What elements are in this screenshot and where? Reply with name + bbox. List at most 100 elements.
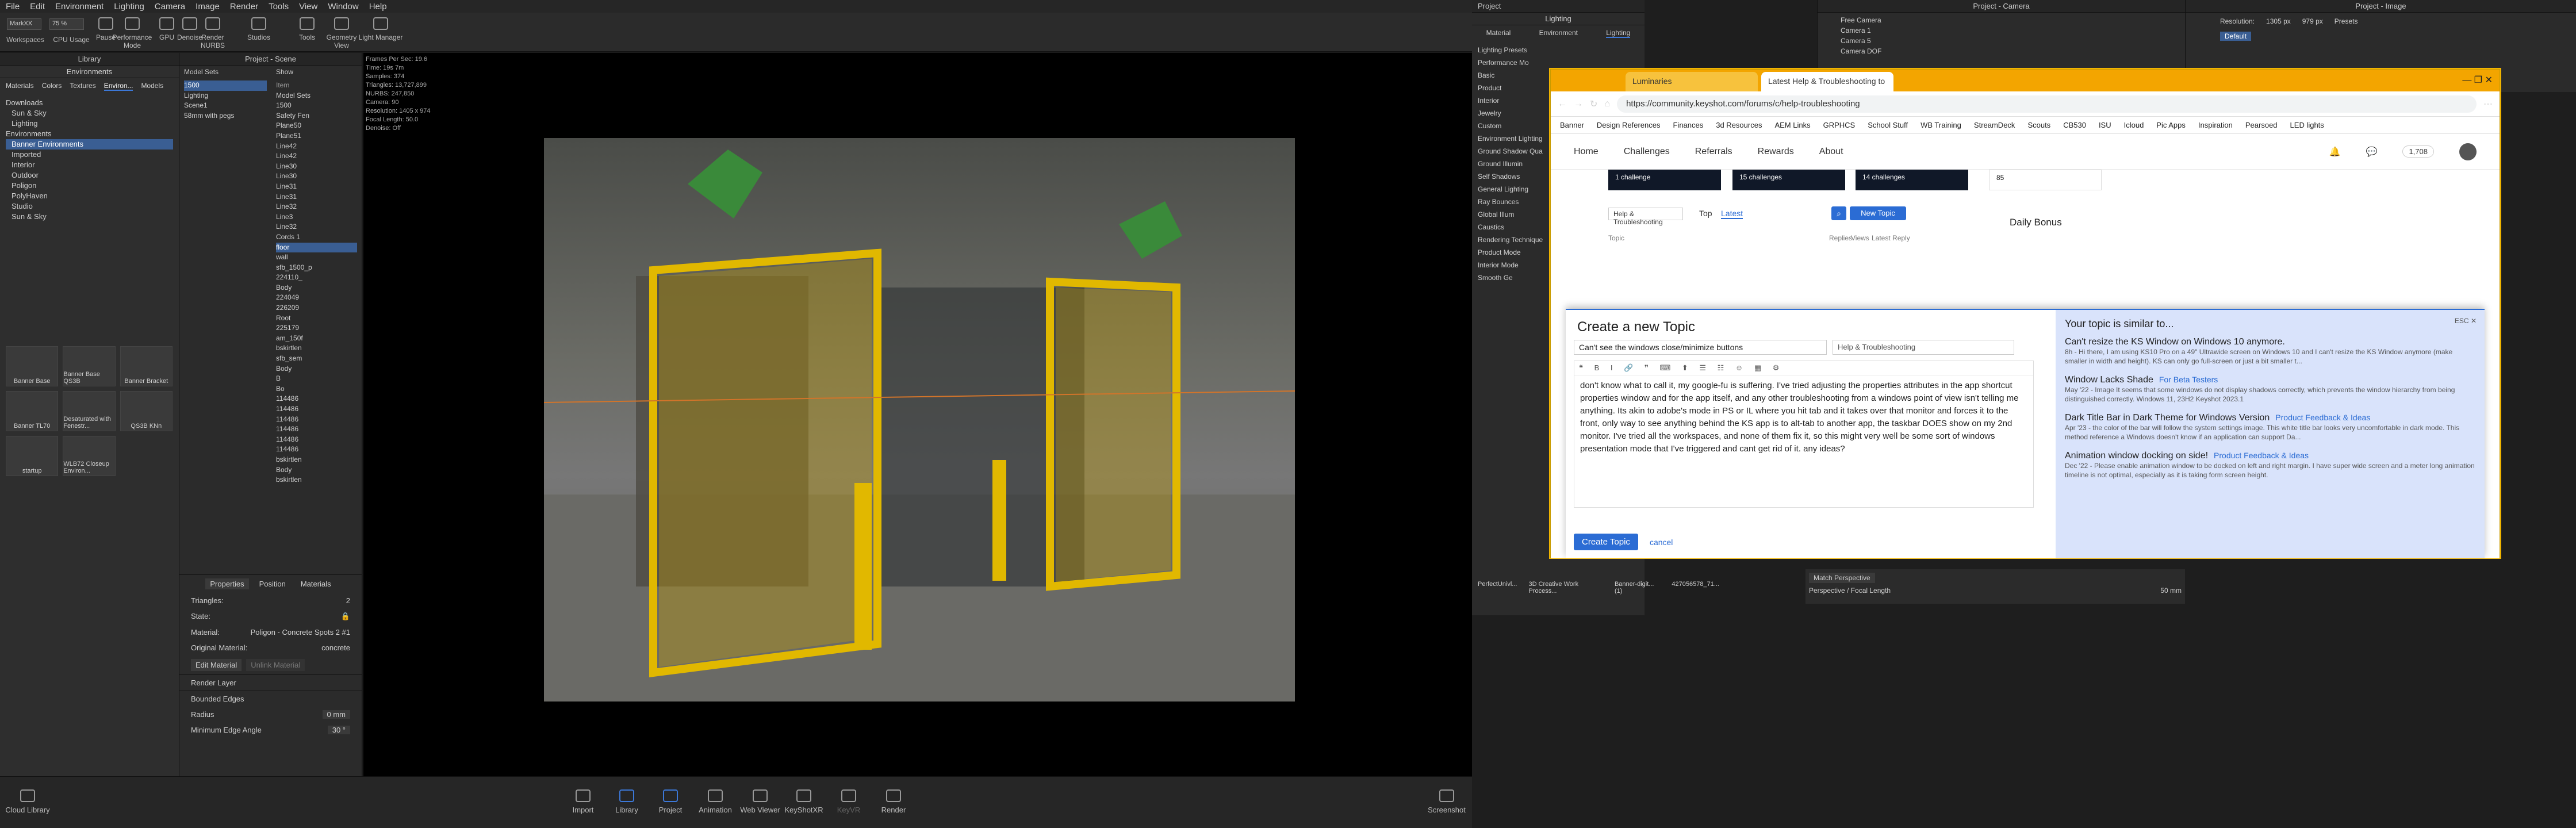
library-thumb[interactable]: Banner Bracket: [120, 346, 172, 386]
tree-item[interactable]: Poligon: [6, 181, 173, 191]
bookmark[interactable]: WB Training: [1920, 121, 1961, 129]
model-set-item[interactable]: Scene1: [184, 101, 267, 111]
bookmark[interactable]: Finances: [1673, 121, 1703, 129]
render-button[interactable]: Render: [871, 789, 917, 814]
bell-icon[interactable]: 🔔: [2329, 146, 2341, 158]
similar-item[interactable]: Dark Title Bar in Dark Theme for Windows…: [2065, 413, 2475, 442]
scene-item[interactable]: sfb_sem: [276, 354, 357, 364]
scene-item[interactable]: 114486: [276, 415, 357, 425]
zoom-select[interactable]: 75 %: [49, 18, 84, 30]
edit-material-button[interactable]: Edit Material: [191, 659, 242, 671]
scene-item[interactable]: 224049: [276, 293, 357, 303]
render-layer-section[interactable]: Render Layer: [191, 678, 236, 687]
workspaces-button[interactable]: Workspaces: [2, 36, 48, 44]
scene-item[interactable]: Cords 1: [276, 232, 357, 243]
tab-position[interactable]: Position: [255, 578, 290, 589]
menu-render[interactable]: Render: [230, 2, 258, 12]
presets-select[interactable]: Presets: [2334, 17, 2358, 25]
tree-item[interactable]: Studio: [6, 201, 173, 212]
scene-item[interactable]: Line30: [276, 171, 357, 182]
scene-item[interactable]: Line3: [276, 212, 357, 223]
scene-item[interactable]: 114486: [276, 404, 357, 415]
taskbar-item[interactable]: PerfectUnivl...: [1478, 581, 1517, 604]
tree-item[interactable]: Sun & Sky: [6, 108, 173, 118]
esc-close[interactable]: ESC ✕: [2455, 317, 2477, 325]
menu-tools[interactable]: Tools: [269, 2, 289, 12]
points-badge[interactable]: 1,708: [2402, 145, 2434, 158]
scene-item[interactable]: Body: [276, 465, 357, 476]
tab-properties[interactable]: Properties: [205, 578, 249, 589]
scene-item[interactable]: bskirtlen: [276, 343, 357, 354]
cancel-link[interactable]: cancel: [1650, 538, 1673, 547]
topic-title-input[interactable]: Can't see the windows close/minimize but…: [1574, 340, 1827, 355]
library-thumb[interactable]: QS3B KNn: [120, 391, 172, 431]
bookmark[interactable]: LED lights: [2290, 121, 2324, 129]
tree-item[interactable]: Environments: [6, 129, 173, 139]
min-edge-input[interactable]: 30 °: [327, 726, 350, 734]
library-thumb[interactable]: Banner Base QS3B: [63, 346, 116, 386]
new-topic-button[interactable]: New Topic: [1850, 206, 1906, 220]
studios-button[interactable]: Studios: [236, 17, 282, 41]
forward-icon[interactable]: →: [1574, 99, 1583, 109]
scene-item[interactable]: Bo: [276, 384, 357, 394]
scene-item[interactable]: wall: [276, 252, 357, 263]
scene-item[interactable]: 114486: [276, 435, 357, 445]
show-select[interactable]: Show: [271, 66, 298, 78]
library-thumb[interactable]: startup: [6, 436, 59, 476]
project-button[interactable]: Project: [647, 789, 693, 814]
challenge-card[interactable]: 14 challenges: [1856, 170, 1968, 190]
editor-body[interactable]: don't know what to call it, my google-fu…: [1574, 376, 2033, 459]
tree-item[interactable]: Imported: [6, 150, 173, 160]
avatar[interactable]: [2459, 143, 2477, 160]
tree-item[interactable]: Interior: [6, 160, 173, 170]
reload-icon[interactable]: ↻: [1590, 98, 1597, 110]
bookmark[interactable]: Design References: [1597, 121, 1661, 129]
menu-window[interactable]: Window: [328, 2, 358, 12]
extensions-icon[interactable]: ⋯: [2483, 98, 2493, 110]
keyvr-button[interactable]: KeyVR: [826, 789, 872, 814]
scene-item[interactable]: Line42: [276, 141, 357, 152]
bounded-edges-section[interactable]: Bounded Edges: [191, 695, 244, 703]
scene-item[interactable]: Line42: [276, 151, 357, 162]
category-filter[interactable]: Help & Troubleshooting: [1608, 208, 1683, 226]
model-set-item[interactable]: 58mm with pegs: [184, 111, 267, 121]
taskbar-item[interactable]: Banner-digit... (1): [1615, 581, 1660, 604]
model-set-item[interactable]: Lighting: [184, 91, 267, 101]
category-select[interactable]: Help & Troubleshooting: [1833, 340, 2014, 355]
bookmark[interactable]: ISU: [2099, 121, 2111, 129]
scene-item[interactable]: Line31: [276, 192, 357, 202]
library-thumb[interactable]: Desaturated with Fenestr...: [63, 391, 116, 431]
tree-item[interactable]: Lighting: [6, 118, 173, 129]
scene-item[interactable]: 114486: [276, 424, 357, 435]
library-thumb[interactable]: Banner Base: [6, 346, 59, 386]
workspace-select[interactable]: MarkXX: [7, 18, 41, 30]
scene-item[interactable]: 1500: [276, 101, 357, 111]
scene-item[interactable]: 226209: [276, 303, 357, 313]
tree-item[interactable]: Outdoor: [6, 170, 173, 181]
scene-item[interactable]: Line32: [276, 222, 357, 232]
scene-item[interactable]: 224110_: [276, 273, 357, 283]
unlink-material-button[interactable]: Unlink Material: [246, 659, 305, 671]
focal-length-value[interactable]: 50 mm: [2160, 586, 2182, 595]
menu-environment[interactable]: Environment: [55, 2, 103, 12]
scene-item-selected[interactable]: floor: [276, 242, 357, 253]
camera-item[interactable]: Camera 5: [1841, 36, 2162, 46]
similar-item[interactable]: Animation window docking on side! Product…: [2065, 451, 2475, 480]
scene-item[interactable]: Line32: [276, 202, 357, 212]
light-manager-button[interactable]: Light Manager: [358, 17, 404, 41]
scene-item[interactable]: Model Sets: [276, 91, 357, 101]
scene-item[interactable]: 114486: [276, 394, 357, 404]
scene-item[interactable]: Plane50: [276, 121, 357, 131]
nav-about[interactable]: About: [1819, 147, 1843, 157]
nav-referrals[interactable]: Referrals: [1695, 147, 1732, 157]
import-button[interactable]: Import: [560, 789, 606, 814]
tab-environments[interactable]: Environ...: [103, 82, 133, 91]
tab-colors[interactable]: Colors: [42, 82, 62, 91]
browser-tab-active[interactable]: Latest Help & Troubleshooting to: [1761, 72, 1893, 91]
bookmark[interactable]: Scouts: [2027, 121, 2050, 129]
nav-home[interactable]: Home: [1574, 147, 1598, 157]
bookmark[interactable]: Pic Apps: [2156, 121, 2186, 129]
bookmark[interactable]: Banner: [1560, 121, 1584, 129]
bookmark[interactable]: Icloud: [2124, 121, 2144, 129]
scene-item[interactable]: Line30: [276, 162, 357, 172]
